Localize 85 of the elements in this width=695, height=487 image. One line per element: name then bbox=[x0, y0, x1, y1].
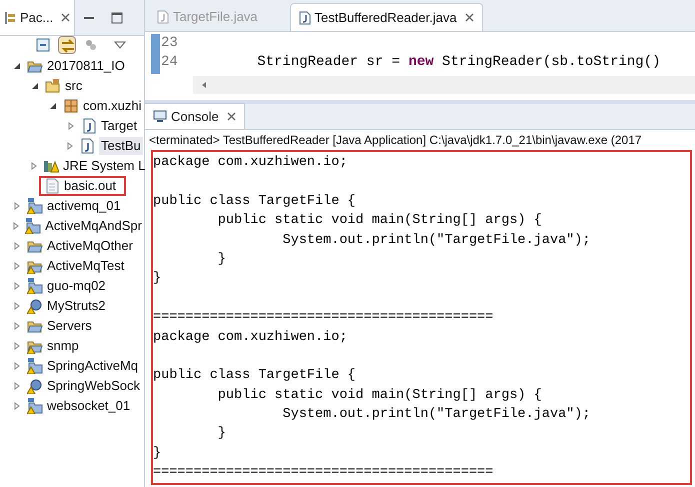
console-line: ========================================== bbox=[153, 464, 494, 482]
globe-warning-icon bbox=[27, 378, 43, 394]
expand-arrow-icon[interactable] bbox=[13, 322, 21, 330]
change-bar bbox=[151, 34, 160, 74]
globe-warning-icon bbox=[27, 298, 43, 314]
java-file-icon bbox=[81, 118, 97, 134]
tree-item[interactable]: websocket_01 bbox=[47, 397, 130, 415]
console-line: } bbox=[153, 270, 162, 288]
tree-item[interactable]: src bbox=[65, 77, 82, 95]
tree-item[interactable]: com.xuzhi bbox=[83, 97, 142, 115]
console-line: public static void main(String[] args) { bbox=[216, 386, 543, 405]
java-file-icon bbox=[298, 10, 311, 24]
project-warning-icon bbox=[27, 398, 43, 414]
expand-arrow-icon[interactable] bbox=[13, 402, 21, 410]
tree-item[interactable]: JRE System L bbox=[63, 157, 146, 175]
expand-arrow-icon[interactable] bbox=[13, 382, 21, 390]
line-number: 24 bbox=[160, 53, 179, 72]
file-icon bbox=[44, 178, 60, 194]
console-tab[interactable]: Console bbox=[145, 103, 245, 129]
close-icon[interactable] bbox=[464, 13, 474, 22]
expand-arrow-icon[interactable] bbox=[13, 362, 21, 370]
console-line: public static void main(String[] args) { bbox=[216, 212, 543, 230]
line-number: 23 bbox=[160, 34, 179, 53]
tree-item[interactable]: SpringWebSock bbox=[47, 377, 140, 395]
dropdown-icon[interactable] bbox=[114, 41, 126, 49]
console-line: package com.xuzhiwen.io; bbox=[153, 154, 348, 172]
console-line: System.out.println("TargetFile.java"); bbox=[282, 406, 592, 424]
tree-item[interactable]: guo-mq02 bbox=[47, 277, 106, 295]
tree-item[interactable]: ActiveMqOther bbox=[47, 237, 133, 255]
expand-arrow-icon[interactable] bbox=[13, 242, 21, 250]
project-warning-icon bbox=[27, 278, 43, 294]
tree-item[interactable]: Target bbox=[101, 117, 138, 135]
expand-arrow-icon[interactable] bbox=[13, 202, 21, 210]
view-tab[interactable]: Pac... bbox=[0, 0, 76, 35]
monitor-icon bbox=[153, 110, 167, 123]
expand-arrow-icon[interactable] bbox=[30, 162, 38, 170]
console-line: } bbox=[216, 250, 227, 269]
link-editor-icon[interactable] bbox=[58, 36, 76, 54]
package-explorer-icon bbox=[4, 10, 16, 24]
package-folder-icon bbox=[45, 78, 61, 94]
editor-tab[interactable]: TestBufferedReader.java bbox=[290, 3, 483, 31]
console-line: System.out.println("TargetFile.java"); bbox=[282, 232, 592, 250]
expand-arrow-icon[interactable] bbox=[13, 302, 21, 310]
tree-item[interactable]: MyStruts2 bbox=[47, 297, 106, 315]
collapse-arrow-icon[interactable] bbox=[49, 102, 57, 110]
project-warning-icon bbox=[27, 198, 43, 214]
scroll-left-icon[interactable] bbox=[201, 81, 207, 89]
project-warning-icon bbox=[25, 218, 42, 234]
tree-item[interactable]: TestBu bbox=[99, 137, 143, 155]
code-line: StringReader sr = new StringReader(sb.toString() bbox=[256, 53, 660, 72]
expand-arrow-icon[interactable] bbox=[12, 222, 20, 230]
close-icon[interactable] bbox=[226, 112, 236, 121]
expand-arrow-icon[interactable] bbox=[13, 342, 21, 350]
console-line: public class TargetFile { bbox=[153, 367, 357, 386]
collapse-arrow-icon[interactable] bbox=[31, 82, 39, 90]
java-file-icon bbox=[79, 138, 95, 154]
tree-item[interactable]: snmp bbox=[47, 337, 79, 355]
tree-item[interactable]: SpringActiveMq bbox=[47, 357, 138, 375]
tree-item[interactable]: basic.out bbox=[64, 177, 116, 195]
tab-label: Console bbox=[171, 108, 219, 126]
console-line: public class TargetFile { bbox=[153, 192, 357, 211]
view-title: Pac... bbox=[20, 8, 54, 27]
expand-arrow-icon[interactable] bbox=[66, 142, 74, 150]
tree-item[interactable]: 20170811_IO bbox=[47, 57, 125, 75]
tree-item[interactable]: ActiveMqAndSpr bbox=[45, 217, 142, 235]
collapse-arrow-icon[interactable] bbox=[13, 62, 21, 70]
package-icon bbox=[63, 98, 79, 114]
circles-icon[interactable] bbox=[84, 38, 98, 52]
java-file-icon bbox=[157, 10, 169, 24]
tree-item[interactable]: Servers bbox=[47, 317, 92, 335]
console-line: ========================================== bbox=[153, 309, 494, 328]
maximize-icon[interactable] bbox=[111, 12, 124, 24]
console-status: <terminated> TestBufferedReader [Java Application] C:\java\jdk1.7.0_21\bin\javaw.exe (2017 bbox=[148, 132, 643, 149]
tree-item[interactable]: ActiveMqTest bbox=[47, 257, 124, 275]
tree-item[interactable]: activemq_01 bbox=[47, 197, 121, 215]
expand-arrow-icon[interactable] bbox=[13, 282, 21, 290]
console-line: } bbox=[153, 444, 162, 463]
books-icon bbox=[43, 158, 59, 174]
close-icon[interactable] bbox=[61, 13, 70, 22]
console-line: } bbox=[216, 425, 227, 444]
expand-arrow-icon[interactable] bbox=[13, 262, 21, 270]
console-line: package com.xuzhiwen.io; bbox=[153, 328, 348, 347]
expand-arrow-icon[interactable] bbox=[67, 122, 75, 130]
project-warning-icon bbox=[27, 358, 43, 374]
collapse-all-icon[interactable] bbox=[36, 38, 50, 52]
